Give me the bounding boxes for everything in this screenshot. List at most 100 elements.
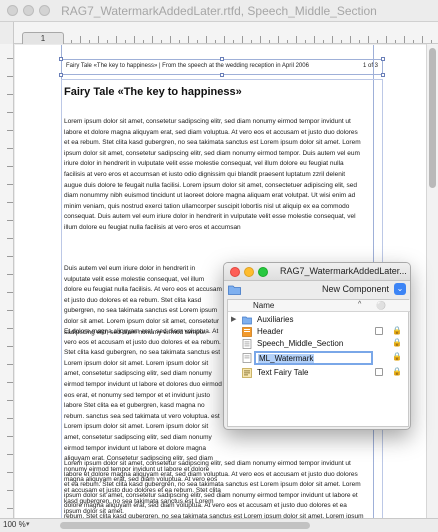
ruler-tick <box>7 58 13 59</box>
ruler-tick <box>278 36 279 43</box>
ruler-tick <box>7 256 13 257</box>
ruler-tick <box>152 36 153 43</box>
vertical-ruler[interactable] <box>0 44 14 518</box>
ruler-tick <box>125 40 126 43</box>
ruler-tick <box>161 40 162 43</box>
panel-minimize-button[interactable] <box>244 267 254 277</box>
zoom-level[interactable]: 100 % <box>3 520 26 529</box>
frame-handle[interactable] <box>381 73 385 77</box>
header-page-number: 1 of 3 <box>362 63 378 69</box>
horizontal-scroll-thumb[interactable] <box>60 522 310 529</box>
status-bar: 100 % ▾ <box>0 518 438 532</box>
vertical-scroll-thumb[interactable] <box>429 48 436 188</box>
ruler-tick <box>413 40 414 43</box>
document-icon <box>242 353 252 363</box>
component-list[interactable]: Name ^ ⚪ ▶ Auxiliaries Header 🔒 Speech_M… <box>227 299 410 427</box>
ruler-tick <box>179 40 180 43</box>
panel-close-button[interactable] <box>230 267 240 277</box>
ruler-tick <box>7 346 13 347</box>
ruler-tick <box>314 36 315 43</box>
lock-icon[interactable]: 🔒 <box>392 326 402 335</box>
ruler-tick <box>7 310 13 311</box>
list-item-label: Header <box>257 327 284 336</box>
list-item-auxiliaries[interactable]: ▶ Auxiliaries <box>228 314 410 326</box>
ruler-tick <box>7 184 13 185</box>
lock-icon[interactable]: 🔒 <box>392 338 402 347</box>
ruler-tick <box>7 238 13 239</box>
frame-handle[interactable] <box>381 57 385 61</box>
horizontal-ruler[interactable] <box>0 22 438 44</box>
ruler-tick <box>242 36 243 43</box>
ruler-tick <box>98 36 99 43</box>
header-component-icon <box>242 327 252 337</box>
list-item-label: Auxiliaries <box>257 315 294 324</box>
list-item-ml-watermark[interactable]: ML_Watermark 🔒 <box>228 351 410 365</box>
rename-field-value[interactable]: ML_Watermark <box>258 354 315 363</box>
ruler-tick <box>7 94 13 95</box>
horizontal-scrollbar[interactable] <box>50 522 420 529</box>
ruler-tick <box>332 36 333 43</box>
window-titlebar: RAG7_WatermarkAddedLater.rtfd, Speech_Mi… <box>0 0 438 22</box>
visibility-checkbox[interactable] <box>375 327 383 335</box>
ruler-tick <box>269 40 270 43</box>
ruler-tick <box>7 130 13 131</box>
ruler-tick <box>260 36 261 43</box>
ruler-tick <box>134 36 135 43</box>
lock-icon[interactable]: 🔒 <box>392 367 402 376</box>
frame-handle[interactable] <box>59 57 63 61</box>
folder-icon[interactable] <box>228 284 241 295</box>
ruler-tick <box>7 328 13 329</box>
frame-handle[interactable] <box>59 73 63 77</box>
column-name-header[interactable]: Name <box>253 301 274 310</box>
ruler-corner <box>0 22 14 44</box>
ruler-tick <box>404 36 405 43</box>
ruler-tick <box>7 400 13 401</box>
ruler-tick <box>7 436 13 437</box>
disclosure-icon[interactable]: ▶ <box>231 315 236 323</box>
frame-handle[interactable] <box>220 57 224 61</box>
ruler-tick <box>7 382 13 383</box>
ruler-tick <box>7 220 13 221</box>
list-item-label: Speech_Middle_Section <box>257 339 344 348</box>
rename-field[interactable]: ML_Watermark <box>254 351 373 365</box>
ruler-tick <box>7 76 13 77</box>
body-paragraph: Lorem ipsum dolor sit amet, consetetur s… <box>64 118 361 231</box>
list-header: Name ^ ⚪ <box>228 300 410 312</box>
sort-icon[interactable]: ^ <box>358 301 361 308</box>
panel-toolbar: New Component ⌄ <box>224 281 410 299</box>
visibility-checkbox[interactable] <box>375 368 383 376</box>
zoom-dropdown-icon[interactable]: ▾ <box>26 520 30 528</box>
ruler-tick <box>80 36 81 43</box>
frame-handle[interactable] <box>220 73 224 77</box>
panel-zoom-button[interactable] <box>258 267 268 277</box>
list-item-header[interactable]: Header 🔒 <box>228 326 410 338</box>
page-tab[interactable]: 1 <box>22 32 64 44</box>
ruler-tick <box>251 40 252 43</box>
ruler-tick <box>7 274 13 275</box>
list-item-speech-middle-section[interactable]: Speech_Middle_Section 🔒 <box>228 338 410 350</box>
ruler-tick <box>323 40 324 43</box>
ruler-tick <box>107 40 108 43</box>
document-title: Fairy Tale «The key to happiness» <box>64 86 242 98</box>
lock-icon[interactable]: 🔒 <box>392 352 402 361</box>
ruler-tick <box>71 40 72 43</box>
ruler-tick <box>233 40 234 43</box>
ruler-tick <box>143 40 144 43</box>
ruler-tick <box>7 202 13 203</box>
ruler-tick <box>7 364 13 365</box>
list-item-label: Text Fairy Tale <box>257 368 309 377</box>
header-text: Fairy Tale «The key to happiness» | From… <box>66 63 309 69</box>
ruler-tick <box>386 36 387 43</box>
ruler-tick <box>7 148 13 149</box>
ruler-tick <box>296 36 297 43</box>
ruler-tick <box>7 454 13 455</box>
new-component-label: New Component <box>322 284 390 294</box>
list-item-text-fairy-tale[interactable]: Text Fairy Tale 🔒 <box>228 367 410 379</box>
ruler-tick <box>116 36 117 43</box>
ruler-tick <box>350 36 351 43</box>
new-component-button[interactable]: ⌄ <box>394 283 406 295</box>
vertical-scrollbar[interactable] <box>426 44 438 518</box>
ruler-tick <box>7 418 13 419</box>
folder-icon <box>242 316 252 325</box>
lock-column-icon: ⚪ <box>376 301 386 310</box>
